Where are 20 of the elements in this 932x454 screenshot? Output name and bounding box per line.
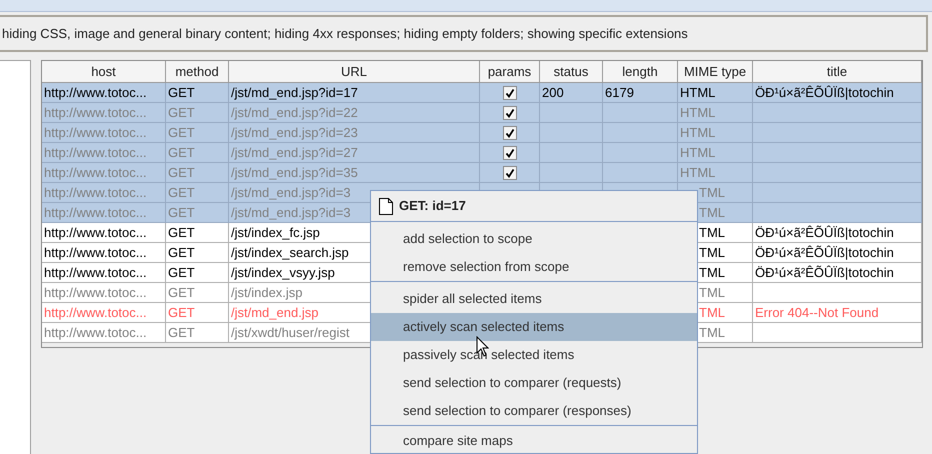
checkbox[interactable]	[502, 106, 516, 120]
table-cell: GET	[166, 323, 229, 343]
menu-item[interactable]: send selection to comparer (requests)	[371, 369, 697, 397]
column-header[interactable]: host	[42, 61, 166, 83]
column-header[interactable]: status	[540, 61, 603, 83]
checkbox[interactable]	[502, 86, 516, 100]
column-header[interactable]: params	[480, 61, 540, 83]
column-header[interactable]: title	[753, 61, 922, 83]
document-icon	[379, 198, 393, 214]
checkbox[interactable]	[502, 126, 516, 140]
menu-item[interactable]: compare site maps	[371, 429, 697, 453]
checkbox[interactable]	[502, 146, 516, 160]
column-header[interactable]: length	[603, 61, 678, 83]
menu-item[interactable]: send selection to comparer (responses)	[371, 397, 697, 425]
column-header[interactable]: method	[166, 61, 229, 83]
column-header[interactable]: URL	[229, 61, 480, 83]
table-cell: http://www.totoc...	[42, 323, 166, 343]
checkbox[interactable]	[502, 166, 516, 180]
column-header[interactable]: MIME type	[678, 61, 753, 83]
menu-item[interactable]: actively scan selected items	[371, 313, 697, 341]
